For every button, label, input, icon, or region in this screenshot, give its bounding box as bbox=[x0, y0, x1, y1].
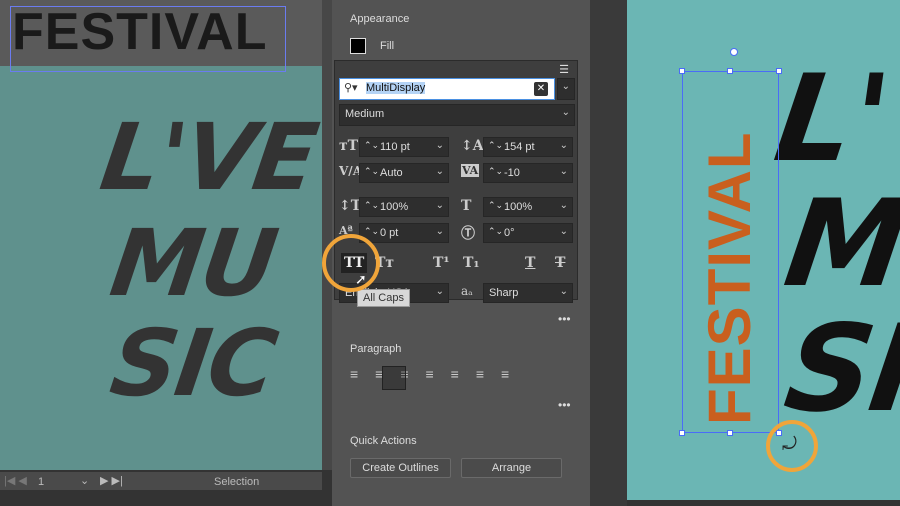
font-family-input[interactable]: ⚲▾ MultiDisplay ✕ bbox=[339, 78, 555, 100]
fill-swatch[interactable] bbox=[350, 38, 366, 54]
strikethrough-button[interactable]: T bbox=[555, 255, 565, 271]
leading-field[interactable]: ⌃⌄ 154 pt ⌄ bbox=[483, 137, 573, 157]
resize-handle[interactable] bbox=[727, 68, 733, 74]
art-line-3: SI bbox=[777, 300, 900, 439]
stepper-icon: ⌃⌄ bbox=[364, 140, 380, 150]
status-text: Selection bbox=[214, 476, 260, 488]
more-options-icon[interactable]: ••• bbox=[558, 398, 571, 412]
kerning-value: Auto bbox=[380, 167, 403, 179]
horizontal-scale-icon: T bbox=[461, 198, 472, 214]
appearance-title: Appearance bbox=[350, 13, 410, 25]
antialias-icon: aₐ bbox=[461, 284, 473, 298]
font-style-value: Medium bbox=[345, 108, 385, 120]
subscript-button[interactable]: T₁ bbox=[463, 255, 480, 271]
arrange-button[interactable]: Arrange bbox=[461, 458, 562, 478]
clear-icon[interactable]: ✕ bbox=[534, 82, 548, 96]
page-dropdown-icon[interactable]: ⌄ bbox=[80, 474, 89, 487]
font-style-select[interactable]: Medium ⌄ bbox=[339, 104, 575, 126]
vertical-scrollbar[interactable] bbox=[322, 0, 332, 470]
horizontal-scale-value: 100% bbox=[504, 201, 533, 213]
kerning-field[interactable]: ⌃⌄ Auto ⌄ bbox=[359, 163, 449, 183]
status-bar: |◀ ◀ 1 ⌄ ▶ ▶| Selection bbox=[0, 472, 322, 490]
font-size-value: 110 pt bbox=[380, 141, 410, 153]
all-caps-tooltip: All Caps bbox=[357, 289, 410, 307]
font-size-field[interactable]: ⌃⌄ 110 pt ⌄ bbox=[359, 137, 449, 157]
right-artboard[interactable]: L'VE M SI FESTIVAL ⤾ bbox=[627, 0, 900, 500]
rotate-cursor-icon: ⤾ bbox=[782, 434, 797, 454]
align-center-button[interactable] bbox=[382, 366, 406, 390]
first-page-icon[interactable]: |◀ ◀ bbox=[4, 474, 27, 487]
art-line-3: SIC bbox=[104, 310, 282, 417]
festival-heading: FESTIVAL bbox=[12, 3, 268, 61]
stepper-icon: ⌃⌄ bbox=[364, 226, 380, 236]
vertical-scale-icon: ↕T bbox=[339, 198, 362, 214]
quick-actions-title: Quick Actions bbox=[350, 435, 417, 447]
tracking-field[interactable]: ⌃⌄ -10 ⌄ bbox=[483, 163, 573, 183]
panel-menu-icon[interactable]: ☰ bbox=[559, 63, 569, 76]
paragraph-title: Paragraph bbox=[350, 343, 402, 355]
baseline-shift-field[interactable]: ⌃⌄ 0 pt ⌄ bbox=[359, 223, 449, 243]
stepper-icon: ⌃⌄ bbox=[488, 166, 504, 176]
resize-handle[interactable] bbox=[679, 68, 685, 74]
fill-label: Fill bbox=[380, 40, 395, 52]
tracking-value: -10 bbox=[504, 167, 520, 179]
vertical-scale-field[interactable]: ⌃⌄ 100% ⌄ bbox=[359, 197, 449, 217]
art-line-1: L'VE bbox=[767, 50, 900, 189]
stepper-icon: ⌃⌄ bbox=[488, 200, 504, 210]
baseline-shift-value: 0 pt bbox=[380, 227, 399, 239]
left-artboard[interactable]: FESTIVAL L'VE MU SIC bbox=[0, 0, 322, 470]
antialias-select[interactable]: Sharp ⌄ bbox=[483, 283, 573, 303]
resize-handle[interactable] bbox=[727, 430, 733, 436]
rotate-handle[interactable] bbox=[730, 48, 738, 56]
horizontal-scale-field[interactable]: ⌃⌄ 100% ⌄ bbox=[483, 197, 573, 217]
art-line-2: M bbox=[777, 175, 900, 314]
leading-value: 154 pt bbox=[504, 141, 535, 153]
resize-handle[interactable] bbox=[776, 68, 782, 74]
antialias-value: Sharp bbox=[489, 287, 519, 299]
highlight-ring bbox=[322, 234, 380, 292]
stepper-icon: ⌃⌄ bbox=[364, 166, 380, 176]
rotation-icon: Ⓣ bbox=[461, 226, 475, 242]
page-number[interactable]: 1 bbox=[38, 476, 44, 488]
tracking-icon: VA bbox=[461, 164, 480, 177]
rotation-field[interactable]: ⌃⌄ 0° ⌄ bbox=[483, 223, 573, 243]
leading-icon: ↕A bbox=[461, 138, 484, 154]
art-line-2: MU bbox=[104, 210, 282, 317]
rotation-value: 0° bbox=[504, 227, 515, 239]
stepper-icon: ⌃⌄ bbox=[364, 200, 380, 210]
font-size-icon: ᴛT bbox=[339, 138, 359, 154]
stepper-icon: ⌃⌄ bbox=[488, 140, 504, 150]
stepper-icon: ⌃⌄ bbox=[488, 226, 504, 236]
font-family-dropdown[interactable]: ⌄ bbox=[557, 78, 575, 100]
resize-handle[interactable] bbox=[679, 430, 685, 436]
divider bbox=[590, 0, 627, 506]
festival-vertical-text: FESTIVAL bbox=[696, 131, 763, 425]
vertical-scale-value: 100% bbox=[380, 201, 409, 213]
art-line-1: L'VE bbox=[94, 104, 322, 211]
next-page-icon[interactable]: ▶ ▶| bbox=[100, 474, 123, 487]
search-icon: ⚲▾ bbox=[344, 82, 358, 94]
create-outlines-button[interactable]: Create Outlines bbox=[350, 458, 451, 478]
font-family-value: MultiDisplay bbox=[366, 82, 426, 94]
more-options-icon[interactable]: ••• bbox=[558, 312, 571, 326]
superscript-button[interactable]: T¹ bbox=[433, 255, 450, 271]
underline-button[interactable]: T bbox=[525, 255, 535, 271]
